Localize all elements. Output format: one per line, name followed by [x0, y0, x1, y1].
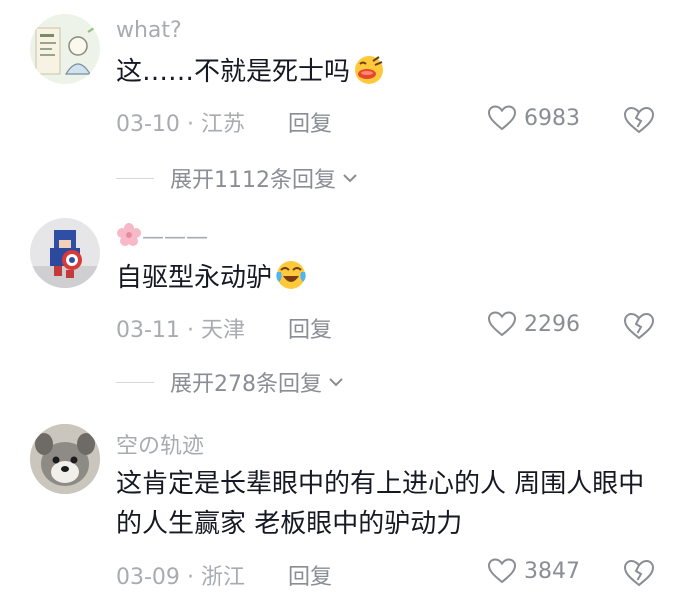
- heart-outline-icon: [487, 558, 517, 584]
- comment-text: 这肯定是长辈眼中的有上进心的人 周围人眼中的人生赢家 老板眼中的驴动力: [116, 469, 645, 539]
- comment-date: 03-11: [116, 318, 180, 343]
- expand-divider-line: [116, 381, 154, 383]
- heart-outline-icon: [487, 311, 517, 337]
- chevron-down-icon: [343, 174, 357, 183]
- like-count: 3847: [524, 558, 580, 584]
- username[interactable]: 空の轨迹: [116, 428, 204, 460]
- username-text: ———: [142, 225, 208, 250]
- cherry-blossom-icon: [117, 223, 141, 246]
- comment-location: 天津: [200, 318, 245, 343]
- comment-text-body: 这……不就是死士吗: [116, 57, 351, 87]
- chevron-down-icon: [329, 378, 343, 387]
- broken-heart-icon[interactable]: [622, 556, 656, 590]
- kiss-emoji-icon: [355, 56, 384, 84]
- comment-meta: 03-10 · 江苏: [116, 106, 245, 138]
- comment-location: 浙江: [200, 565, 245, 590]
- like-button[interactable]: 2296: [486, 308, 580, 340]
- expand-replies-button[interactable]: 展开278条回复: [116, 366, 346, 398]
- reply-button[interactable]: 回复: [288, 559, 332, 591]
- comment-text-body: 自驱型永动驴: [116, 263, 273, 293]
- like-button[interactable]: 6983: [486, 102, 580, 134]
- avatar[interactable]: [30, 424, 100, 494]
- comment-meta: 03-11 · 天津: [116, 312, 245, 344]
- avatar[interactable]: [30, 14, 100, 84]
- comment-date: 03-10: [116, 112, 180, 137]
- meta-separator: ·: [186, 318, 194, 343]
- expand-replies-label: 展开278条回复: [170, 372, 322, 397]
- avatar-figure-icon: [30, 230, 100, 288]
- broken-heart-icon[interactable]: [622, 103, 656, 137]
- reply-button[interactable]: 回复: [288, 106, 332, 138]
- expand-replies-button[interactable]: 展开1112条回复: [116, 162, 360, 194]
- expand-divider-line: [116, 177, 154, 179]
- avatar-drawing-icon: [35, 27, 95, 75]
- broken-heart-icon[interactable]: [622, 309, 656, 343]
- like-count: 6983: [524, 105, 580, 131]
- like-count: 2296: [524, 311, 580, 337]
- username[interactable]: ———: [116, 222, 208, 250]
- avatar[interactable]: [30, 218, 100, 288]
- meta-separator: ·: [186, 112, 194, 137]
- comment-text: 自驱型永动驴: [116, 258, 668, 298]
- comment-text: 这……不就是死士吗: [116, 52, 668, 92]
- heart-outline-icon: [487, 105, 517, 131]
- like-button[interactable]: 3847: [486, 555, 580, 587]
- avatar-plush-dog-icon: [30, 424, 100, 494]
- reply-button[interactable]: 回复: [288, 312, 332, 344]
- meta-separator: ·: [186, 565, 194, 590]
- crying-laughing-emoji-icon: [276, 261, 306, 289]
- comment-date: 03-09: [116, 565, 180, 590]
- username[interactable]: what?: [116, 18, 182, 43]
- comment-meta: 03-09 · 浙江: [116, 559, 245, 591]
- expand-replies-label: 展开1112条回复: [170, 168, 336, 193]
- comment-location: 江苏: [200, 112, 245, 137]
